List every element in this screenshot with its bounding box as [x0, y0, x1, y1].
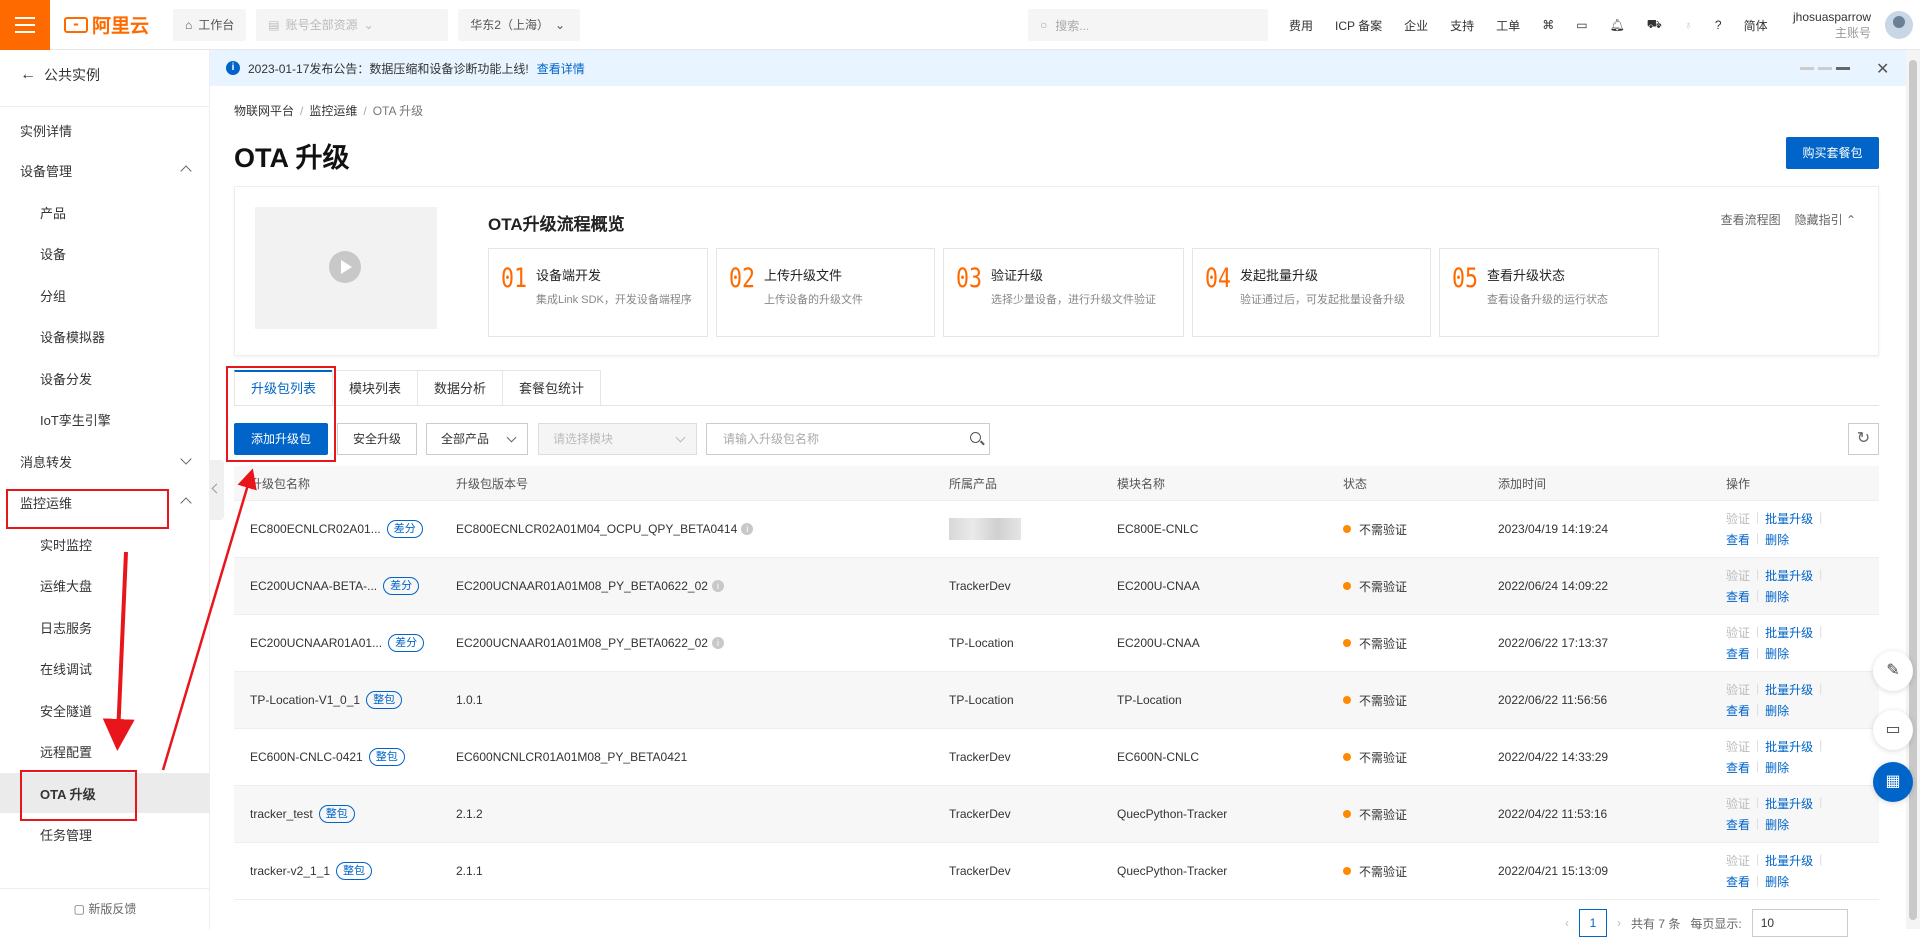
arrow-up	[161, 468, 257, 771]
annotation-arrows	[102, 468, 257, 771]
arrow-down	[102, 551, 135, 751]
